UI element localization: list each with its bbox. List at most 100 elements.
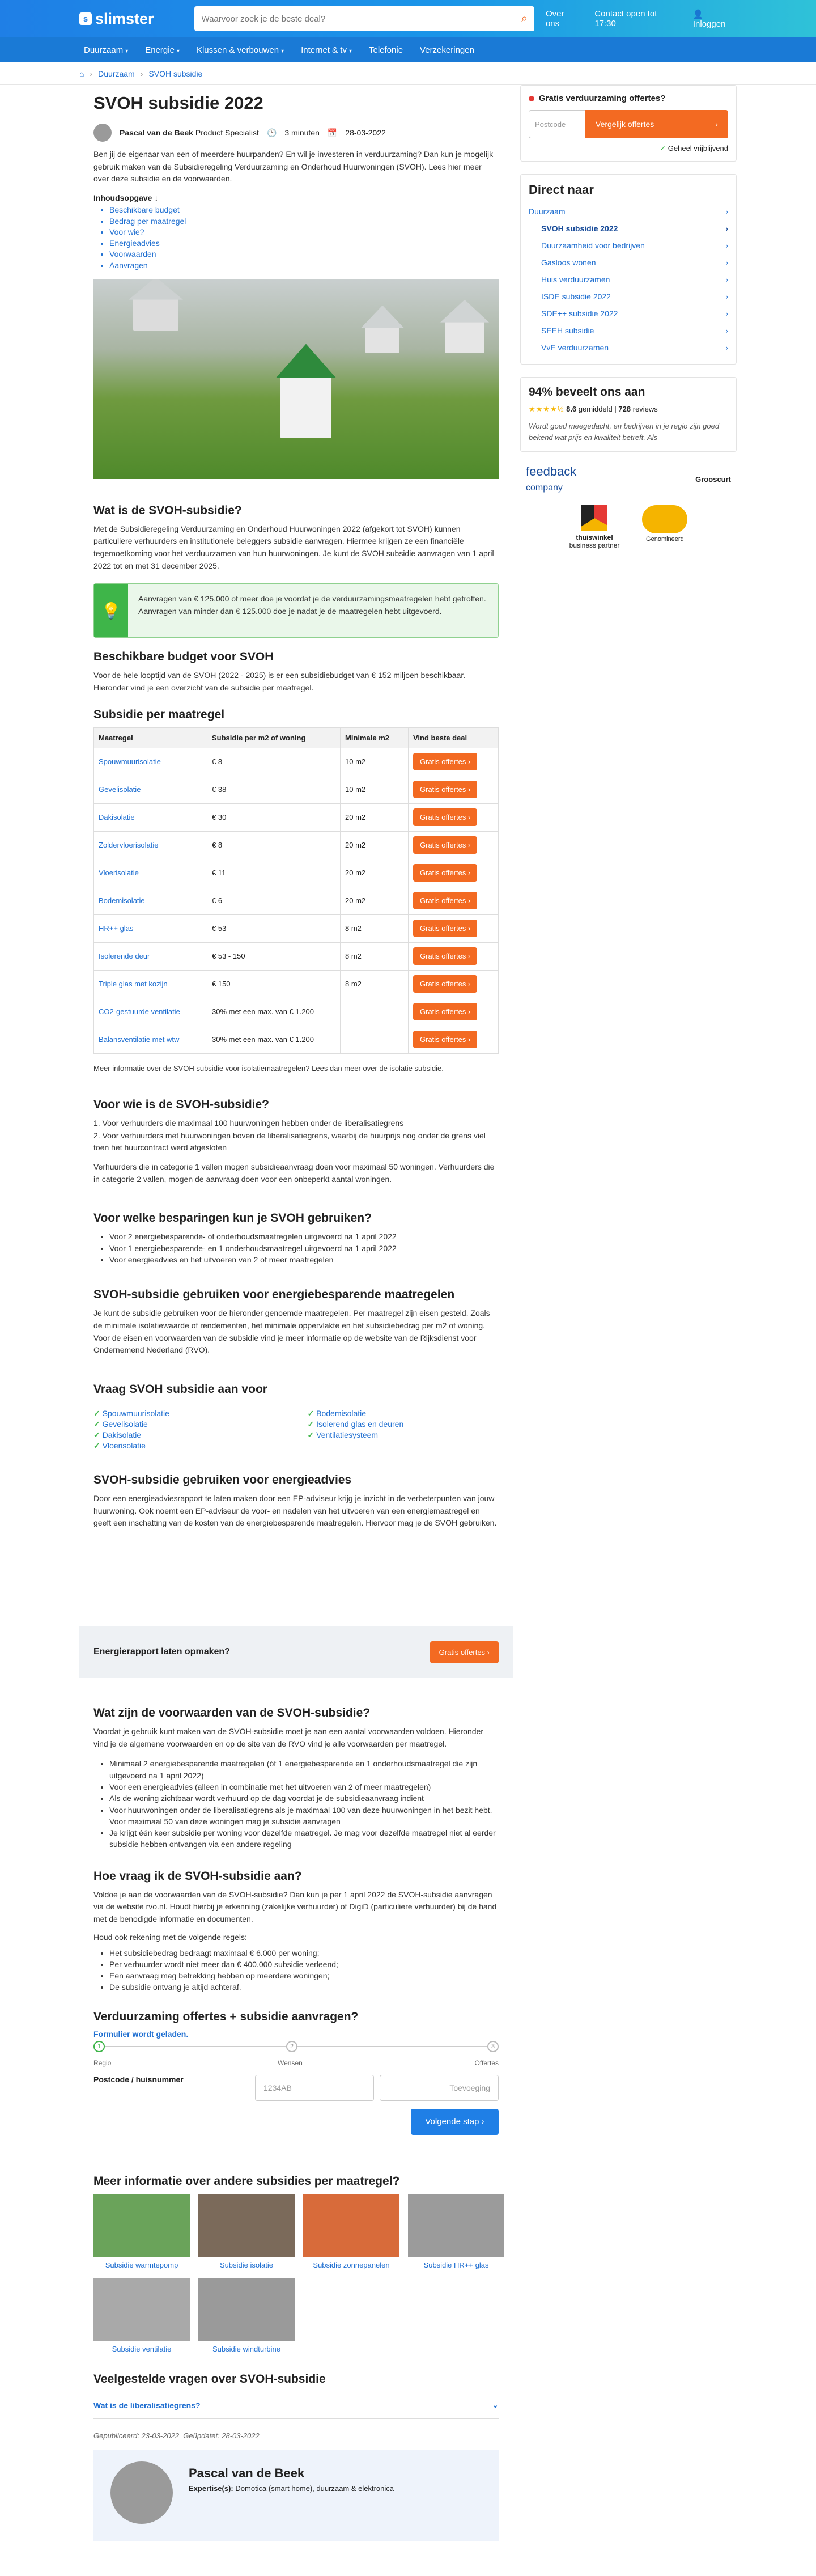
chevron-right-icon: › bbox=[725, 326, 728, 335]
gratis-offertes-button[interactable]: Gratis offertes › bbox=[413, 1003, 478, 1021]
toc-item[interactable]: Bedrag per maatregel bbox=[109, 216, 499, 227]
direct-item[interactable]: Gasloos wonen › bbox=[529, 254, 728, 271]
faq-item[interactable]: Wat is de liberalisatiegrens? ⌄ bbox=[94, 2391, 499, 2419]
gratis-offertes-button[interactable]: Gratis offertes › bbox=[413, 920, 478, 938]
measure-link[interactable]: Bodemisolatie bbox=[99, 896, 145, 905]
sidebar-postcode-input[interactable]: Postcode bbox=[529, 110, 585, 138]
heading-wie: Voor wie is de SVOH-subsidie? bbox=[94, 1098, 270, 1111]
card[interactable]: Subsidie warmtepomp bbox=[94, 2193, 190, 2269]
check-item[interactable]: Isolerend glas en deuren bbox=[308, 1420, 499, 1429]
breadcrumb-current[interactable]: SVOH subsidie bbox=[148, 69, 202, 78]
next-step-button[interactable]: Volgende stap › bbox=[411, 2108, 499, 2135]
gratis-offertes-button[interactable]: Gratis offertes › bbox=[413, 1031, 478, 1049]
avatar bbox=[110, 2461, 173, 2524]
nav-item-telefonie[interactable]: Telefonie bbox=[369, 45, 403, 55]
card[interactable]: Subsidie isolatie bbox=[198, 2193, 295, 2269]
measure-link[interactable]: Gevelisolatie bbox=[99, 785, 141, 794]
gratis-offertes-button[interactable]: Gratis offertes › bbox=[413, 892, 478, 910]
direct-item[interactable]: Huis verduurzamen › bbox=[529, 271, 728, 288]
about-link[interactable]: Over ons bbox=[546, 9, 579, 28]
measure-link[interactable]: Vloerisolatie bbox=[99, 868, 139, 877]
toc-item[interactable]: Aanvragen bbox=[109, 260, 499, 272]
min-cell: 20 m2 bbox=[340, 886, 409, 915]
direct-item[interactable]: SVOH subsidie 2022 › bbox=[529, 220, 728, 237]
budget-text: Voor de hele looptijd van de SVOH (2022 … bbox=[94, 671, 466, 693]
check-item[interactable]: Spouwmuurisolatie bbox=[94, 1409, 285, 1418]
direct-item[interactable]: Duurzaamheid voor bedrijven › bbox=[529, 237, 728, 254]
direct-item[interactable]: SDE++ subsidie 2022 › bbox=[529, 305, 728, 322]
toc-item[interactable]: Voor wie? bbox=[109, 227, 499, 238]
search-box[interactable]: ⌕ bbox=[194, 6, 534, 31]
nav-item-duurzaam[interactable]: Duurzaam ▾ bbox=[84, 45, 128, 55]
breadcrumb-duurzaam[interactable]: Duurzaam bbox=[98, 69, 135, 78]
step-label: Offertes bbox=[474, 2058, 499, 2067]
gratis-offertes-button[interactable]: Gratis offertes › bbox=[413, 836, 478, 854]
check-item[interactable]: Dakisolatie bbox=[94, 1430, 285, 1440]
heading-faq: Veelgestelde vragen over SVOH-subsidie bbox=[94, 2372, 326, 2386]
nav-item-klussen[interactable]: Klussen & verbouwen ▾ bbox=[197, 45, 284, 55]
gratis-offertes-button[interactable]: Gratis offertes › bbox=[413, 947, 478, 965]
search-icon[interactable]: ⌕ bbox=[521, 12, 528, 26]
list-item: Het subsidiebedrag bedraagt maximaal € 6… bbox=[109, 1947, 499, 1959]
heading-maatregelen: SVOH-subsidie gebruiken voor energiebesp… bbox=[94, 1288, 455, 1302]
card[interactable]: Subsidie windturbine bbox=[198, 2277, 295, 2353]
regels-text: Houd ook rekening met de volgende regels… bbox=[94, 1932, 247, 1942]
cta-button[interactable]: Gratis offertes › bbox=[430, 1641, 499, 1663]
gratis-offertes-button[interactable]: Gratis offertes › bbox=[413, 753, 478, 771]
measure-link[interactable]: HR++ glas bbox=[99, 924, 133, 933]
card[interactable]: Subsidie HR++ glas bbox=[408, 2193, 504, 2269]
toc-item[interactable]: Beschikbare budget bbox=[109, 205, 499, 216]
postcode-field[interactable]: 1234AB bbox=[255, 2074, 374, 2101]
trust-logos: feedback company Grooscurt bbox=[520, 464, 737, 494]
wie-text: Verhuurders die in categorie 1 vallen mo… bbox=[94, 1162, 495, 1184]
gratis-offertes-button[interactable]: Gratis offertes › bbox=[413, 808, 478, 827]
nav-item-energie[interactable]: Energie ▾ bbox=[145, 45, 180, 55]
table-row: HR++ glas € 53 8 m2 Gratis offertes › bbox=[94, 914, 499, 943]
table-row: Balansventilatie met wtw 30% met een max.… bbox=[94, 1025, 499, 1054]
chevron-down-icon: ▾ bbox=[281, 48, 284, 54]
check-item[interactable]: Gevelisolatie bbox=[94, 1420, 285, 1429]
min-cell bbox=[340, 997, 409, 1026]
author-name[interactable]: Pascal van de Beek bbox=[120, 128, 193, 137]
chevron-right-icon: › bbox=[725, 292, 728, 301]
wat-text: Met de Subsidieregeling Verduurzaming en… bbox=[94, 524, 494, 570]
home-icon[interactable]: ⌂ bbox=[79, 69, 84, 78]
search-input[interactable] bbox=[201, 14, 519, 24]
direct-item[interactable]: SEEH subsidie › bbox=[529, 322, 728, 339]
toevoeging-field[interactable]: Toevoeging bbox=[380, 2074, 499, 2101]
measure-link[interactable]: Balansventilatie met wtw bbox=[99, 1035, 179, 1044]
stars-icon: ★★★★½ bbox=[529, 405, 564, 413]
gratis-offertes-button[interactable]: Gratis offertes › bbox=[413, 975, 478, 993]
check-item[interactable]: Ventilatiesysteem bbox=[308, 1430, 499, 1440]
direct-item[interactable]: ISDE subsidie 2022 › bbox=[529, 288, 728, 305]
measure-link[interactable]: CO2-gestuurde ventilatie bbox=[99, 1007, 180, 1016]
step-2-dot: 2 bbox=[286, 2040, 298, 2052]
measure-link[interactable]: Triple glas met kozijn bbox=[99, 980, 168, 988]
direct-item[interactable]: VvE verduurzamen › bbox=[529, 339, 728, 356]
card[interactable]: Subsidie ventilatie bbox=[94, 2277, 190, 2353]
check-item[interactable]: Vloerisolatie bbox=[94, 1441, 285, 1451]
measure-link[interactable]: Zoldervloerisolatie bbox=[99, 841, 159, 849]
direct-item[interactable]: Duurzaam › bbox=[529, 203, 728, 220]
card[interactable]: Subsidie zonnepanelen bbox=[303, 2193, 400, 2269]
logo[interactable]: s slimster bbox=[79, 10, 183, 28]
measure-link[interactable]: Dakisolatie bbox=[99, 813, 135, 821]
check-item[interactable]: Bodemisolatie bbox=[308, 1409, 499, 1418]
toc-item[interactable]: Energieadvies bbox=[109, 238, 499, 249]
table-row: Dakisolatie € 30 20 m2 Gratis offertes › bbox=[94, 803, 499, 832]
heading-meer: Meer informatie over andere subsidies pe… bbox=[94, 2174, 400, 2188]
measure-link[interactable]: Isolerende deur bbox=[99, 952, 150, 960]
compare-button[interactable]: Vergelijk offertes › bbox=[585, 110, 728, 138]
gratis-offertes-button[interactable]: Gratis offertes › bbox=[413, 781, 478, 799]
step-1-dot: 1 bbox=[94, 2040, 105, 2052]
toc-title[interactable]: Inhoudsopgave ↓ bbox=[94, 193, 499, 202]
subsidy-cell: € 11 bbox=[207, 858, 341, 887]
login-link[interactable]: 👤 Inloggen bbox=[693, 9, 737, 29]
gratis-offertes-button[interactable]: Gratis offertes › bbox=[413, 864, 478, 882]
measure-link[interactable]: Spouwmuurisolatie bbox=[99, 757, 161, 766]
min-cell: 8 m2 bbox=[340, 914, 409, 943]
nav-item-verzekeringen[interactable]: Verzekeringen bbox=[420, 45, 474, 55]
nav-item-internet[interactable]: Internet & tv ▾ bbox=[301, 45, 352, 55]
toc-item[interactable]: Voorwaarden bbox=[109, 249, 499, 260]
contact-link[interactable]: Contact open tot 17:30 bbox=[594, 9, 677, 28]
